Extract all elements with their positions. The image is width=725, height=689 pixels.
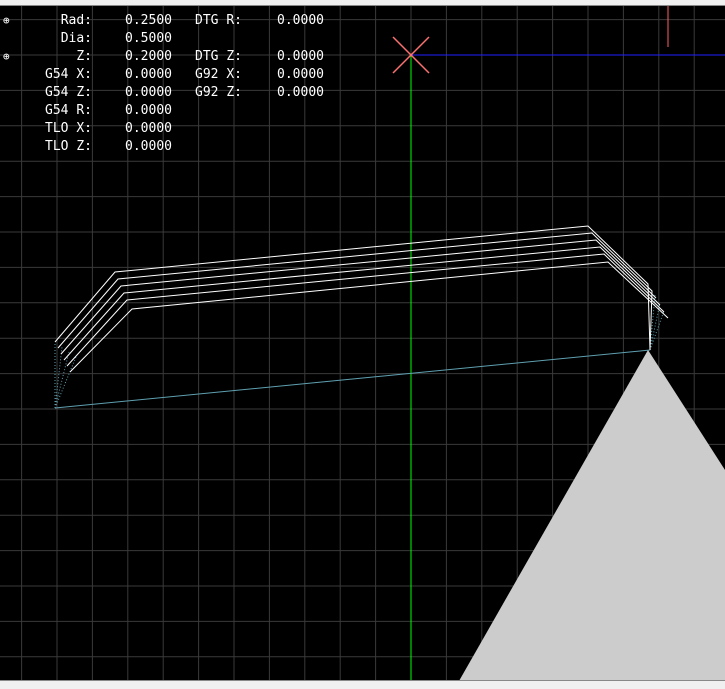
dro-label: G54 Z: [45, 85, 92, 100]
dro-value: 0.5000 [125, 31, 172, 46]
dro-label: G54 R: [45, 103, 92, 118]
dro-value: 0.0000 [125, 103, 172, 118]
toolpath-preview-canvas[interactable]: ⊕ ⊕ Rad: 0.2500 Dia: 0.5000 Z: 0.2000 G54 X: 0.… [0, 0, 725, 688]
dro-value: 0.0000 [277, 85, 324, 100]
dro-label: G92 X: [195, 67, 242, 82]
window-top-border [0, 0, 725, 6]
dro-value: 0.0000 [125, 139, 172, 154]
rapid-paths [54, 294, 665, 409]
dro-value: 0.0000 [277, 13, 324, 28]
dro-label: Z: [76, 49, 92, 64]
tool-insert [455, 350, 725, 688]
dro-label: DTG R: [195, 13, 242, 28]
dro-label: DTG Z: [195, 49, 242, 64]
dro-label: Rad: [60, 13, 92, 28]
dro-value: 0.0000 [277, 49, 324, 64]
dro-label: TLO Z: [45, 139, 92, 154]
dro-label: Dia: [60, 31, 92, 46]
toolpath-passes [54, 225, 669, 373]
dro-value: 0.0000 [277, 67, 324, 82]
dro-label: TLO X: [45, 121, 92, 136]
dro-label: G54 X: [45, 67, 92, 82]
dro-label: G92 Z: [195, 85, 242, 100]
dro-value: 0.0000 [125, 121, 172, 136]
